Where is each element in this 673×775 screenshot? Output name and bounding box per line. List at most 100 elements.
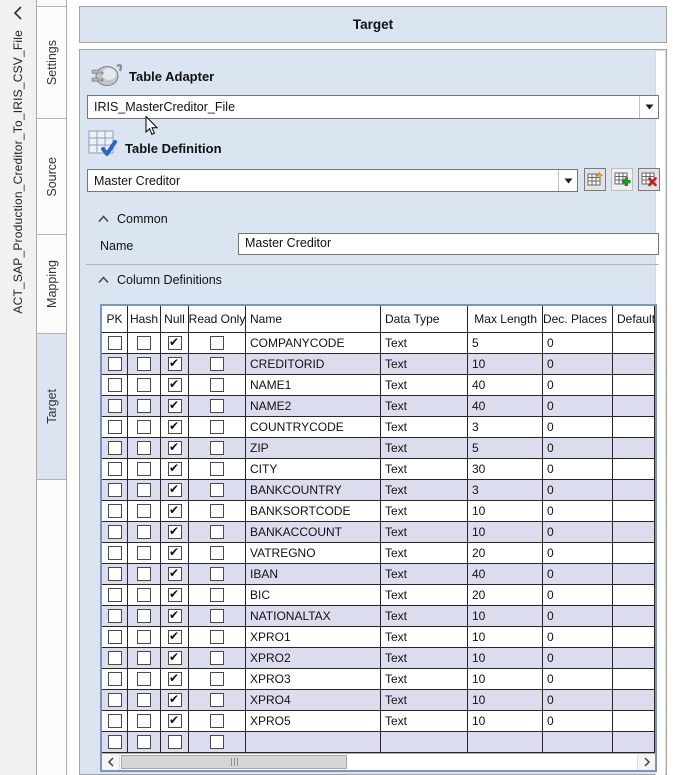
decplaces-cell[interactable]: 0	[543, 543, 613, 564]
pk-checkbox[interactable]	[108, 567, 122, 581]
default-cell[interactable]	[613, 606, 655, 627]
null-checkbox[interactable]	[168, 693, 182, 707]
hash-checkbox[interactable]	[137, 651, 151, 665]
hash-checkbox[interactable]	[137, 525, 151, 539]
null-checkbox[interactable]	[168, 399, 182, 413]
default-cell[interactable]	[613, 522, 655, 543]
null-checkbox[interactable]	[168, 504, 182, 518]
datatype-cell[interactable]: Text	[381, 690, 468, 711]
readonly-checkbox[interactable]	[210, 441, 224, 455]
null-checkbox[interactable]	[168, 525, 182, 539]
hash-checkbox[interactable]	[137, 357, 151, 371]
datatype-cell[interactable]: Text	[381, 480, 468, 501]
hash-checkbox[interactable]	[137, 462, 151, 476]
name-cell[interactable]: NATIONALTAX	[246, 606, 381, 627]
name-cell[interactable]: BANKACCOUNT	[246, 522, 381, 543]
decplaces-cell[interactable]: 0	[543, 648, 613, 669]
default-cell[interactable]	[613, 543, 655, 564]
name-cell[interactable]: XPRO4	[246, 690, 381, 711]
pk-checkbox[interactable]	[108, 399, 122, 413]
datatype-cell[interactable]: Text	[381, 543, 468, 564]
decplaces-cell[interactable]: 0	[543, 459, 613, 480]
readonly-checkbox[interactable]	[210, 378, 224, 392]
pk-checkbox[interactable]	[108, 378, 122, 392]
hash-checkbox[interactable]	[137, 714, 151, 728]
scroll-right-button[interactable]	[638, 754, 655, 770]
default-cell[interactable]	[613, 669, 655, 690]
common-expander[interactable]: Common	[98, 212, 168, 226]
decplaces-cell[interactable]: 0	[543, 480, 613, 501]
null-checkbox[interactable]	[168, 546, 182, 560]
default-cell[interactable]	[613, 375, 655, 396]
pk-checkbox[interactable]	[108, 483, 122, 497]
datatype-cell[interactable]: Text	[381, 669, 468, 690]
pk-checkbox[interactable]	[108, 441, 122, 455]
null-checkbox[interactable]	[168, 630, 182, 644]
decplaces-cell[interactable]: 0	[543, 501, 613, 522]
maxlength-cell[interactable]: 20	[468, 585, 543, 606]
decplaces-cell[interactable]: 0	[543, 669, 613, 690]
tab-source[interactable]: Source	[37, 119, 66, 235]
datatype-cell[interactable]: Text	[381, 522, 468, 543]
decplaces-cell[interactable]: 0	[543, 417, 613, 438]
table-definition-combobox[interactable]: Master Creditor	[87, 169, 578, 192]
table-definition-dropdown-button[interactable]	[558, 170, 577, 191]
collapse-panel-chevron-icon[interactable]	[10, 4, 26, 22]
readonly-checkbox[interactable]	[210, 735, 224, 749]
null-checkbox[interactable]	[168, 567, 182, 581]
datatype-cell[interactable]: Text	[381, 501, 468, 522]
default-cell[interactable]	[613, 648, 655, 669]
default-cell[interactable]	[613, 627, 655, 648]
name-cell[interactable]: NAME2	[246, 396, 381, 417]
readonly-checkbox[interactable]	[210, 546, 224, 560]
maxlength-cell[interactable]: 10	[468, 354, 543, 375]
decplaces-cell[interactable]: 0	[543, 438, 613, 459]
null-checkbox[interactable]	[168, 357, 182, 371]
pk-checkbox[interactable]	[108, 462, 122, 476]
readonly-checkbox[interactable]	[210, 504, 224, 518]
default-cell[interactable]	[613, 564, 655, 585]
decplaces-cell[interactable]: 0	[543, 354, 613, 375]
column-definitions-expander[interactable]: Column Definitions	[98, 273, 222, 287]
null-checkbox[interactable]	[168, 588, 182, 602]
default-cell[interactable]	[613, 711, 655, 732]
readonly-checkbox[interactable]	[210, 588, 224, 602]
hash-checkbox[interactable]	[137, 609, 151, 623]
readonly-checkbox[interactable]	[210, 651, 224, 665]
default-cell[interactable]	[613, 438, 655, 459]
name-cell[interactable]: CITY	[246, 459, 381, 480]
default-cell[interactable]	[613, 459, 655, 480]
maxlength-cell[interactable]: 10	[468, 690, 543, 711]
pk-checkbox[interactable]	[108, 588, 122, 602]
hash-checkbox[interactable]	[137, 420, 151, 434]
table-adapter-combobox[interactable]: IRIS_MasterCreditor_File	[87, 95, 659, 119]
hash-checkbox[interactable]	[137, 693, 151, 707]
null-checkbox[interactable]	[168, 714, 182, 728]
readonly-checkbox[interactable]	[210, 462, 224, 476]
default-cell[interactable]	[613, 480, 655, 501]
readonly-checkbox[interactable]	[210, 609, 224, 623]
default-cell[interactable]	[613, 417, 655, 438]
hash-checkbox[interactable]	[137, 735, 151, 749]
decplaces-cell[interactable]	[543, 732, 613, 753]
maxlength-cell[interactable]: 10	[468, 669, 543, 690]
decplaces-cell[interactable]: 0	[543, 690, 613, 711]
datatype-cell[interactable]: Text	[381, 459, 468, 480]
maxlength-cell[interactable]: 10	[468, 627, 543, 648]
null-checkbox[interactable]	[168, 378, 182, 392]
datatype-cell[interactable]: Text	[381, 627, 468, 648]
null-checkbox[interactable]	[168, 441, 182, 455]
new-table-definition-button[interactable]	[584, 168, 606, 191]
name-cell[interactable]: VATREGNO	[246, 543, 381, 564]
default-cell[interactable]	[613, 396, 655, 417]
datatype-cell[interactable]: Text	[381, 438, 468, 459]
null-checkbox[interactable]	[168, 672, 182, 686]
datatype-cell[interactable]: Text	[381, 711, 468, 732]
hash-checkbox[interactable]	[137, 588, 151, 602]
pk-checkbox[interactable]	[108, 504, 122, 518]
decplaces-cell[interactable]: 0	[543, 585, 613, 606]
pk-checkbox[interactable]	[108, 420, 122, 434]
maxlength-cell[interactable]	[468, 732, 543, 753]
readonly-checkbox[interactable]	[210, 567, 224, 581]
decplaces-cell[interactable]: 0	[543, 627, 613, 648]
